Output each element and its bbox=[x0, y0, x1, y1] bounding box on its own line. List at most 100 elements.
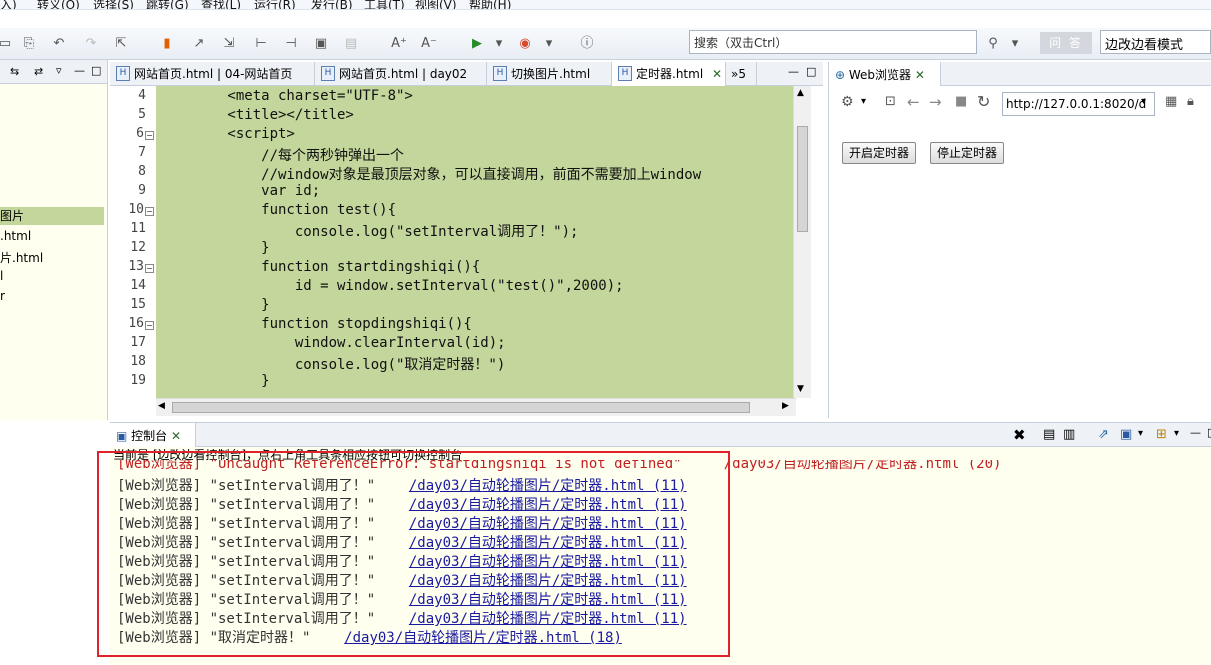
stop-icon[interactable]: ■ bbox=[955, 94, 967, 109]
code-line[interactable]: } bbox=[160, 240, 269, 256]
source-link[interactable]: /day03/自动轮播图片/定时器.html (11) bbox=[409, 478, 687, 494]
toolbar-icon[interactable]: ▭ bbox=[0, 35, 14, 53]
chevron-down-icon[interactable]: ▾ bbox=[861, 96, 866, 107]
info-icon[interactable]: ⓘ bbox=[578, 35, 596, 53]
refresh-icon[interactable]: ↻ bbox=[977, 92, 990, 111]
source-link[interactable]: /day03/自动轮播图片/定时器.html (11) bbox=[409, 592, 687, 608]
gear-icon[interactable]: ⚙ bbox=[841, 94, 854, 110]
tree-item[interactable]: l bbox=[0, 269, 3, 283]
tab-console[interactable]: ▣ 控制台 ✕ bbox=[110, 423, 196, 447]
code-line[interactable]: } bbox=[160, 297, 269, 313]
chevron-down-icon[interactable]: ▾ bbox=[1138, 428, 1143, 439]
menu-item[interactable]: 发行(B) bbox=[311, 0, 353, 9]
code-line[interactable]: console.log("取消定时器！") bbox=[160, 354, 505, 374]
chevron-down-icon[interactable]: ▾ bbox=[1006, 35, 1024, 53]
menu-item[interactable]: 选择(S) bbox=[93, 0, 134, 9]
font-decrease-icon[interactable]: A⁻ bbox=[420, 35, 438, 53]
tree-item[interactable]: 片.html bbox=[0, 249, 43, 266]
tab-web-browser[interactable]: ⊕ Web浏览器 ✕ bbox=[829, 62, 941, 86]
scroll-left-icon[interactable]: ◀ bbox=[158, 401, 165, 411]
code-line[interactable]: //每个两秒钟弹出一个 bbox=[160, 145, 404, 165]
move-right-icon[interactable]: ⊣ bbox=[282, 35, 300, 53]
export-icon[interactable]: ⇲ bbox=[220, 35, 238, 53]
chevron-down-icon[interactable]: ▾ bbox=[1174, 428, 1179, 439]
code-line[interactable]: <title></title> bbox=[160, 107, 353, 123]
forward-icon[interactable]: → bbox=[929, 93, 942, 111]
menu-item[interactable]: 帮助(H) bbox=[469, 0, 511, 9]
chevron-down-icon[interactable]: ▾ bbox=[1141, 96, 1146, 107]
horizontal-scrollbar[interactable]: ◀ ▶ bbox=[156, 398, 796, 416]
minimize-icon[interactable]: — bbox=[788, 65, 799, 78]
mode-select[interactable]: 边改边看模式 bbox=[1100, 30, 1211, 54]
tab-qiehuan[interactable]: H 切换图片.html bbox=[487, 62, 612, 86]
code-line[interactable]: } bbox=[160, 373, 269, 389]
link-icon[interactable]: ⇄ bbox=[34, 65, 43, 78]
code-line[interactable]: //window对象是最顶层对象，可以直接调用，前面不需要加上window bbox=[160, 164, 701, 184]
lock-icon[interactable]: 🔒︎ bbox=[1187, 94, 1194, 109]
start-timer-button[interactable]: 开启定时器 bbox=[842, 142, 917, 164]
search-input[interactable]: 搜索（双击Ctrl） bbox=[689, 30, 977, 54]
source-link[interactable]: /day03/自动轮播图片/定时器.html (18) bbox=[344, 630, 622, 646]
tree-item[interactable]: 图片 bbox=[0, 207, 104, 225]
undo-icon[interactable]: ↶ bbox=[50, 35, 68, 53]
source-link[interactable]: /day03/自动轮播图片/定时器.html (11) bbox=[409, 497, 687, 513]
vertical-scrollbar[interactable]: ▲ ▼ bbox=[793, 86, 811, 398]
save-all-icon[interactable]: ⎘ bbox=[20, 35, 38, 53]
format-icon[interactable]: ⇱ bbox=[112, 35, 130, 53]
scroll-thumb[interactable] bbox=[172, 402, 750, 413]
code-line[interactable]: console.log("setInterval调用了！"); bbox=[160, 221, 579, 241]
close-icon[interactable]: ✕ bbox=[171, 429, 181, 443]
close-icon[interactable]: ✕ bbox=[915, 68, 925, 82]
menu-item[interactable]: 转义(O) bbox=[37, 0, 80, 9]
maximize-icon[interactable]: □ bbox=[91, 64, 101, 77]
menu-item[interactable]: 视图(V) bbox=[415, 0, 457, 9]
code-line[interactable]: <meta charset="UTF-8"> bbox=[160, 88, 412, 104]
qa-button[interactable]: 问 答 bbox=[1040, 32, 1092, 54]
fold-toggle-icon[interactable]: − bbox=[145, 131, 154, 140]
scroll-down-icon[interactable]: ▼ bbox=[797, 384, 804, 394]
menu-item[interactable]: 运行(R) bbox=[254, 0, 296, 9]
source-link[interactable]: /day03/自动轮播图片/定时器.html (11) bbox=[409, 516, 687, 532]
open-console-icon[interactable]: ⊞ bbox=[1156, 427, 1167, 442]
code-editor[interactable]: 4 5 6−7 8 9 10−11 12 13−14 15 16−17 18 19 <meta cha… bbox=[110, 86, 823, 416]
minimize-icon[interactable]: — bbox=[1190, 426, 1201, 439]
fold-toggle-icon[interactable]: − bbox=[145, 207, 154, 216]
source-link[interactable]: /day03/自动轮播图片/定时器.html (11) bbox=[409, 554, 687, 570]
tab-wangzhan-day02[interactable]: H 网站首页.html | day02 bbox=[315, 62, 487, 86]
fold-toggle-icon[interactable]: − bbox=[145, 321, 154, 330]
word-wrap-icon[interactable]: ▥ bbox=[1063, 427, 1075, 442]
scroll-lock-icon[interactable]: ▤ bbox=[1043, 427, 1055, 442]
search-icon[interactable]: ⚲ bbox=[984, 35, 1002, 53]
source-link[interactable]: /day03/自动轮播图片/定时器.html (11) bbox=[409, 611, 687, 627]
tree-item[interactable]: r bbox=[0, 289, 5, 303]
display-console-icon[interactable]: ▣ bbox=[1120, 427, 1132, 442]
stop-timer-button[interactable]: 停止定时器 bbox=[930, 142, 1005, 164]
window-icon[interactable]: ▣ bbox=[312, 35, 330, 53]
url-field[interactable]: http://127.0.0.1:8020/d bbox=[1002, 92, 1155, 116]
back-icon[interactable]: ← bbox=[907, 93, 920, 111]
maximize-icon[interactable]: □ bbox=[1207, 426, 1211, 439]
code-line[interactable]: window.clearInterval(id); bbox=[160, 335, 506, 351]
run-icon[interactable]: ▶ bbox=[468, 35, 486, 53]
view-menu-icon[interactable]: ▿ bbox=[56, 64, 62, 77]
dropdown-icon[interactable]: ▾ bbox=[490, 35, 508, 53]
tree-item[interactable]: .html bbox=[0, 229, 31, 243]
source-link[interactable]: /day03/自动轮播图片/定时器.html (11) bbox=[409, 535, 687, 551]
menu-item[interactable]: 查找(L) bbox=[201, 0, 241, 9]
copy-icon[interactable]: ▤ bbox=[342, 35, 360, 53]
chrome-icon[interactable]: ◉ bbox=[516, 35, 534, 53]
code-line[interactable]: var id; bbox=[160, 183, 320, 199]
redo-icon[interactable]: ↷ bbox=[82, 35, 100, 53]
menu-item[interactable]: 工具(T) bbox=[364, 0, 405, 9]
qrcode-icon[interactable]: ▦ bbox=[1165, 94, 1177, 109]
tab-overflow[interactable]: »5 bbox=[727, 62, 757, 86]
move-left-icon[interactable]: ⊢ bbox=[252, 35, 270, 53]
minimize-icon[interactable]: — bbox=[74, 64, 85, 77]
close-icon[interactable]: ✕ bbox=[712, 62, 722, 86]
scroll-thumb[interactable] bbox=[797, 126, 808, 232]
bookmark-icon[interactable]: ▮ bbox=[158, 35, 176, 53]
menu-item[interactable]: 入) bbox=[0, 0, 17, 9]
code-line[interactable]: id = window.setInterval("test()",2000); bbox=[160, 278, 624, 294]
pin-console-icon[interactable]: ⇗ bbox=[1098, 427, 1109, 442]
scroll-right-icon[interactable]: ▶ bbox=[782, 401, 789, 411]
